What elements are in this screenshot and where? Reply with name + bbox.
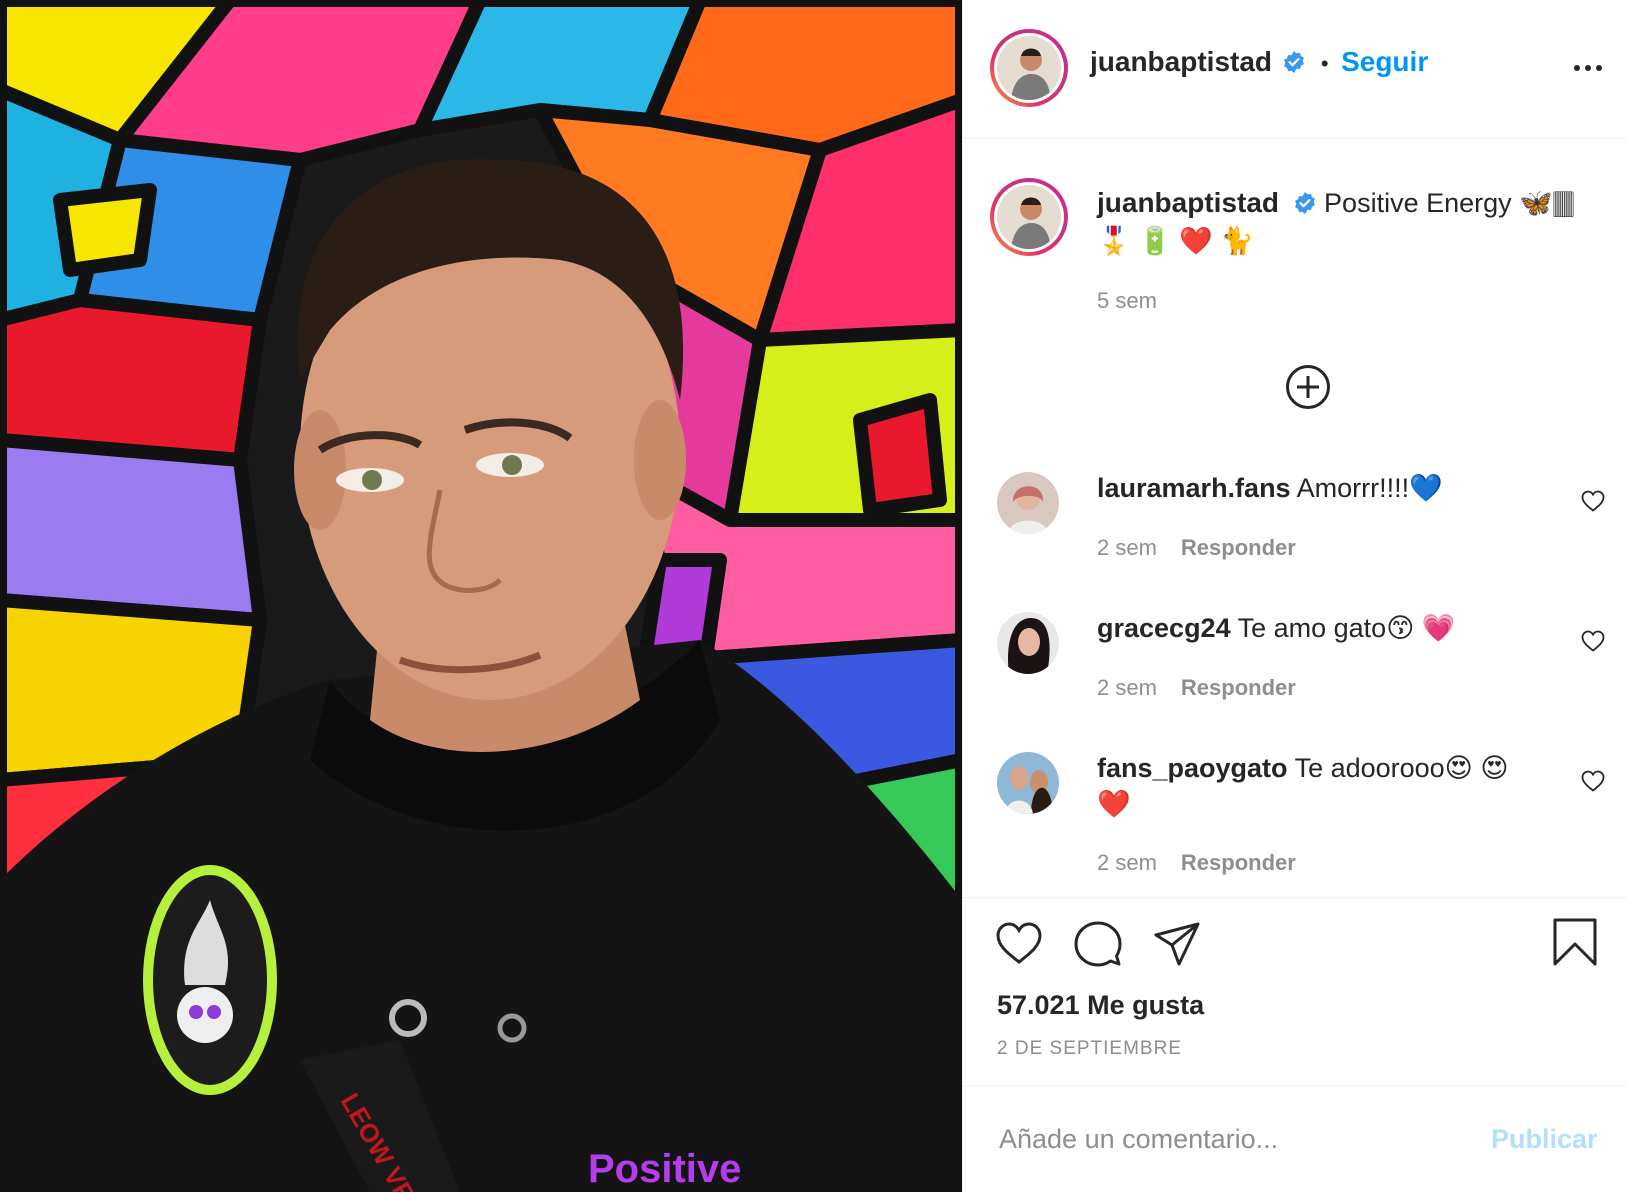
caption-username[interactable]: juanbaptistad [1097, 187, 1279, 218]
shirt-text: Positive [588, 1147, 741, 1191]
commenter-avatar[interactable] [997, 612, 1059, 674]
publish-button[interactable]: Publicar [1491, 1124, 1598, 1155]
post-date[interactable]: 2 DE SEPTIEMBRE [997, 1038, 1182, 1060]
author-username[interactable]: juanbaptistad [1090, 46, 1272, 77]
reply-button[interactable]: Responder [1181, 850, 1296, 875]
more-icon[interactable] [1566, 56, 1610, 80]
author-avatar[interactable] [990, 29, 1068, 107]
comment-text: lauramarh.fans Amorrr!!!!💙 [1097, 470, 1537, 506]
commenter-avatar[interactable] [997, 472, 1059, 534]
heart-icon[interactable] [1581, 770, 1605, 792]
comment-username[interactable]: lauramarh.fans [1097, 473, 1291, 503]
caption-text: juanbaptistad Positive Energy 🦋🀫 🎖️ 🔋 ❤️… [1097, 184, 1597, 260]
reply-button[interactable]: Responder [1181, 535, 1296, 560]
comment-age: 2 sem [1097, 535, 1157, 560]
comment-body: Te amo gato😙 💗 [1237, 613, 1456, 643]
comment-text: gracecg24 Te amo gato😙 💗 [1097, 610, 1537, 646]
comment-age: 2 sem [1097, 675, 1157, 700]
reply-button[interactable]: Responder [1181, 675, 1296, 700]
comment-icon[interactable] [1074, 920, 1122, 968]
comment-body: Amorrr!!!!💙 [1296, 473, 1443, 503]
heart-icon[interactable] [995, 920, 1043, 968]
bookmark-icon[interactable] [1551, 918, 1599, 966]
share-icon[interactable] [1153, 920, 1201, 968]
heart-icon[interactable] [1581, 630, 1605, 652]
post-sidebar: juanbaptistad • Seguir juanbaptistad Pos… [962, 0, 1626, 1192]
comment-text: fans_paoygato Te adoorooo😍 😍 ❤️ [1097, 750, 1537, 822]
avatar-image [997, 36, 1061, 100]
comment-meta: 2 sem Responder [1097, 850, 1296, 876]
verified-icon [1294, 192, 1315, 214]
commenter-avatar[interactable] [997, 752, 1059, 814]
post-header: juanbaptistad • Seguir [963, 0, 1626, 139]
avatar-image [997, 472, 1059, 534]
likes-count[interactable]: 57.021 Me gusta [997, 990, 1204, 1021]
caption-avatar[interactable] [990, 178, 1068, 256]
caption-age: 5 sem [1097, 288, 1157, 313]
heart-icon[interactable] [1581, 490, 1605, 512]
comment-username[interactable]: gracecg24 [1097, 613, 1231, 643]
post-photo[interactable]: LEOW VRAA Positive [0, 0, 962, 1192]
comment-composer: Publicar [963, 1085, 1626, 1193]
separator-dot: • [1320, 51, 1329, 76]
comment-input[interactable] [997, 1116, 1481, 1162]
avatar-image [997, 752, 1059, 814]
action-bar: 57.021 Me gusta 2 DE SEPTIEMBRE [963, 897, 1626, 1084]
comment-age: 2 sem [1097, 850, 1157, 875]
follow-button[interactable]: Seguir [1341, 46, 1428, 77]
avatar-image [997, 612, 1059, 674]
comment-username[interactable]: fans_paoygato [1097, 753, 1288, 783]
post-image: LEOW VRAA Positive [0, 0, 962, 1192]
comment-meta: 2 sem Responder [1097, 535, 1296, 561]
verified-icon [1284, 51, 1305, 73]
avatar-image [997, 185, 1061, 249]
add-comments-icon[interactable] [1285, 364, 1331, 410]
comment-meta: 2 sem Responder [1097, 675, 1296, 701]
